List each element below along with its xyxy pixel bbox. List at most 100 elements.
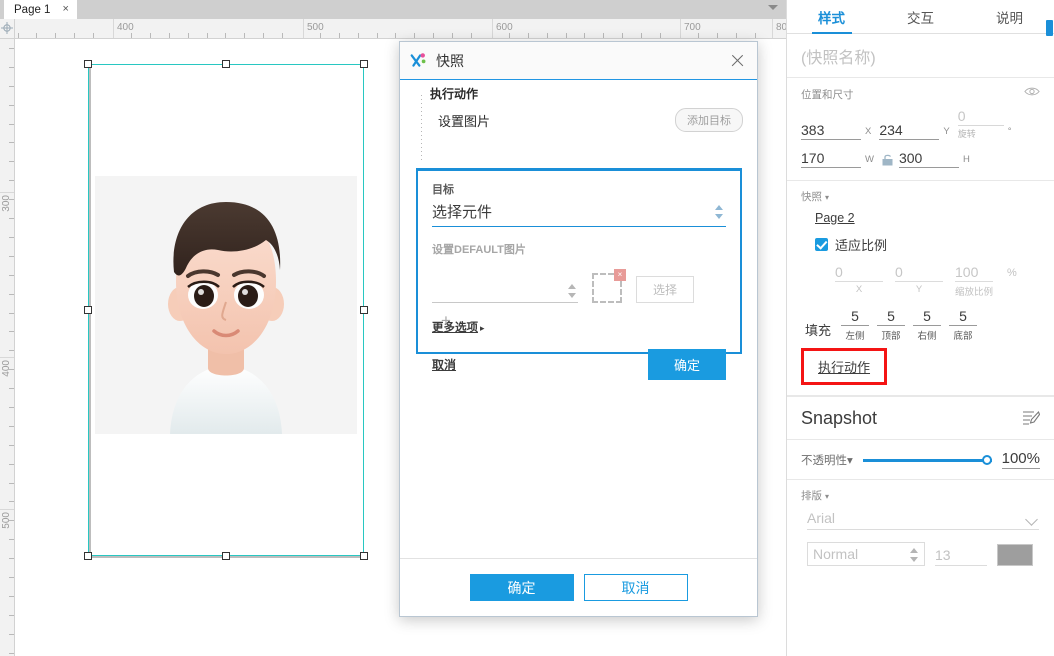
resize-handle-e[interactable] bbox=[360, 306, 368, 314]
padding-left-field[interactable]: 5 左侧 bbox=[841, 308, 870, 342]
padding-bottom-field[interactable]: 5 底部 bbox=[949, 308, 978, 342]
avatar-image bbox=[168, 202, 284, 434]
inline-cancel-link[interactable]: 取消 bbox=[432, 356, 456, 373]
snapshot-page-link[interactable]: Page 2 bbox=[815, 211, 855, 225]
action-item-row[interactable]: 设置图片 添加目标 bbox=[400, 106, 757, 137]
rotation-unit: ° bbox=[1007, 126, 1012, 137]
ruler-minor-tick bbox=[9, 426, 14, 427]
width-field[interactable]: 170 bbox=[801, 150, 861, 168]
ruler-minor-tick bbox=[9, 180, 14, 181]
opacity-slider[interactable] bbox=[862, 453, 992, 467]
edit-note-icon[interactable] bbox=[1022, 410, 1040, 427]
close-icon[interactable] bbox=[730, 53, 745, 68]
image-thumbnail-placeholder[interactable]: × bbox=[592, 269, 626, 303]
chevron-updown-icon[interactable] bbox=[910, 548, 919, 562]
tab-style[interactable]: 样式 bbox=[787, 0, 876, 33]
choose-image-button[interactable]: 选择 bbox=[636, 276, 695, 303]
visibility-eye-icon[interactable] bbox=[1024, 86, 1040, 97]
close-icon[interactable]: × bbox=[62, 4, 68, 15]
font-color-swatch[interactable] bbox=[997, 544, 1033, 566]
scale-x-field[interactable]: 0 X bbox=[835, 264, 883, 298]
snapshot-section-title[interactable]: 快照 ▾ bbox=[801, 191, 829, 203]
resize-handle-s[interactable] bbox=[222, 552, 230, 560]
add-target-button[interactable]: 添加目标 bbox=[675, 108, 743, 132]
chevron-down-icon[interactable] bbox=[1025, 513, 1038, 526]
default-image-input[interactable] bbox=[432, 282, 578, 303]
position-row: 383 X 234 Y 0 旋转 ° bbox=[801, 108, 1040, 140]
chevron-updown-icon[interactable] bbox=[568, 284, 577, 298]
caret-down-icon: ▾ bbox=[825, 492, 830, 501]
opacity-label[interactable]: 不透明性▾ bbox=[801, 452, 853, 468]
target-label: 目标 bbox=[432, 184, 454, 196]
x-field[interactable]: 383 bbox=[801, 122, 861, 140]
x-value: 383 bbox=[801, 122, 861, 140]
dialog-confirm-button[interactable]: 确定 bbox=[469, 574, 574, 601]
sidebar-scrollbar-thumb[interactable] bbox=[1046, 20, 1053, 36]
default-image-label: 设置DEFAULT图片 bbox=[432, 244, 526, 256]
tab-interaction[interactable]: 交互 bbox=[876, 0, 965, 33]
scale-y-field[interactable]: 0 Y bbox=[895, 264, 943, 298]
ruler-minor-tick bbox=[660, 33, 661, 38]
padding-top-label: 顶部 bbox=[881, 331, 901, 342]
resize-handle-ne[interactable] bbox=[360, 60, 368, 68]
checkbox-checked-icon[interactable] bbox=[815, 238, 828, 251]
resize-handle-sw[interactable] bbox=[84, 552, 92, 560]
snapshot-image-container[interactable] bbox=[95, 176, 357, 434]
ruler-minor-tick bbox=[169, 33, 170, 38]
padding-top-field[interactable]: 5 顶部 bbox=[877, 308, 906, 342]
target-select[interactable]: 选择元件 bbox=[432, 201, 726, 227]
scale-x-label: X bbox=[855, 284, 863, 295]
ruler-major-tick bbox=[113, 19, 114, 38]
add-action-button[interactable]: + bbox=[441, 312, 451, 329]
ruler-label: 300 bbox=[1, 195, 12, 212]
font-weight-select[interactable]: Normal bbox=[807, 542, 925, 566]
resize-handle-nw[interactable] bbox=[84, 60, 92, 68]
action-list: 执行动作 设置图片 添加目标 bbox=[400, 81, 757, 163]
ruler-minor-tick bbox=[9, 161, 14, 162]
ruler-minor-tick bbox=[244, 33, 245, 38]
ruler-origin-corner[interactable] bbox=[0, 19, 15, 39]
aspect-lock-icon[interactable] bbox=[882, 154, 893, 166]
remove-image-icon[interactable]: × bbox=[614, 269, 626, 281]
tab-notes-label: 说明 bbox=[996, 10, 1023, 26]
ruler-minor-tick bbox=[9, 445, 14, 446]
padding-right-field[interactable]: 5 右侧 bbox=[913, 308, 942, 342]
set-image-config-panel: 目标 选择元件 设置DEFAULT图片 × 选择 更多选项 ▸ 取消 确定 bbox=[416, 171, 742, 380]
ruler-minor-tick bbox=[55, 33, 56, 38]
action-item-label: 设置图片 bbox=[438, 113, 491, 129]
inline-confirm-button[interactable]: 确定 bbox=[647, 349, 726, 380]
page-tab-page-1[interactable]: Page 1 × bbox=[4, 0, 77, 19]
more-options-toggle[interactable]: 更多选项 ▸ bbox=[432, 319, 485, 335]
y-field[interactable]: 234 bbox=[879, 122, 940, 140]
execute-action-link[interactable]: 执行动作 bbox=[818, 360, 870, 375]
slider-knob[interactable] bbox=[981, 454, 992, 465]
dialog-titlebar: 快照 bbox=[400, 42, 757, 80]
y-label: Y bbox=[943, 126, 950, 137]
rotation-field[interactable]: 0 旋转 bbox=[957, 108, 1004, 140]
action-group-row[interactable]: 执行动作 bbox=[400, 81, 757, 106]
typography-title[interactable]: 排版 ▾ bbox=[801, 490, 829, 502]
height-field[interactable]: 300 bbox=[898, 150, 959, 168]
font-family-select[interactable]: Arial bbox=[807, 510, 1039, 530]
sidebar-scrollbar[interactable] bbox=[1045, 20, 1054, 656]
ruler-minor-tick bbox=[131, 33, 132, 38]
height-label: H bbox=[962, 154, 970, 165]
resize-handle-n[interactable] bbox=[222, 60, 230, 68]
ruler-minor-tick bbox=[584, 33, 585, 38]
chevron-down-icon[interactable] bbox=[768, 5, 778, 10]
fit-ratio-checkbox-row[interactable]: 适应比例 bbox=[815, 235, 1040, 254]
widget-name-field[interactable]: (快照名称) bbox=[787, 34, 1054, 78]
opacity-value[interactable]: 100% bbox=[1001, 450, 1040, 469]
opacity-row: 不透明性▾ 100% bbox=[787, 440, 1054, 480]
resize-handle-se[interactable] bbox=[360, 552, 368, 560]
horizontal-ruler: 400 500 600 700 80 bbox=[15, 19, 786, 39]
resize-handle-w[interactable] bbox=[84, 306, 92, 314]
ruler-minor-tick bbox=[9, 407, 14, 408]
dialog-cancel-button[interactable]: 取消 bbox=[583, 574, 688, 601]
properties-sidebar: 样式 交互 说明 (快照名称) 位置和尺寸 383 X 234 Y 0 旋转 °… bbox=[786, 0, 1054, 656]
tab-notes[interactable]: 说明 bbox=[965, 0, 1054, 33]
font-size-input[interactable]: 13 bbox=[935, 547, 987, 566]
ruler-minor-tick bbox=[641, 33, 642, 38]
chevron-updown-icon[interactable] bbox=[715, 205, 724, 219]
scale-percent-field[interactable]: 100 缩放比例 bbox=[955, 264, 993, 298]
